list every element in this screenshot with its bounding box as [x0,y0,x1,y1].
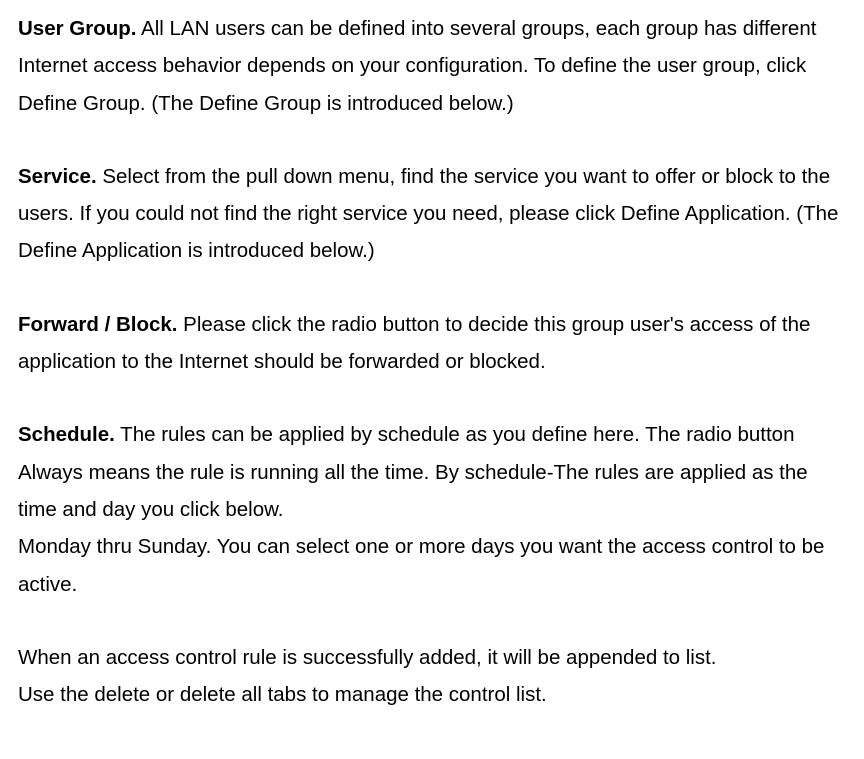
footer-line-2: Use the delete or delete all tabs to man… [18,683,547,706]
footer-line-1: When an access control rule is successfu… [18,646,717,669]
section-schedule: Schedule. The rules can be applied by sc… [18,416,846,602]
section-footer: When an access control rule is successfu… [18,639,846,714]
body-service: Select from the pull down menu, find the… [18,165,838,263]
heading-forward-block: Forward / Block. [18,313,177,336]
section-forward-block: Forward / Block. Please click the radio … [18,306,846,381]
heading-user-group: User Group. [18,17,136,40]
body-user-group: All LAN users can be defined into severa… [18,17,816,115]
section-user-group: User Group. All LAN users can be defined… [18,10,846,122]
section-service: Service. Select from the pull down menu,… [18,158,846,270]
heading-schedule: Schedule. [18,423,115,446]
body-schedule-1: The rules can be applied by schedule as … [18,423,808,521]
heading-service: Service. [18,165,97,188]
body-schedule-2: Monday thru Sunday. You can select one o… [18,535,824,595]
